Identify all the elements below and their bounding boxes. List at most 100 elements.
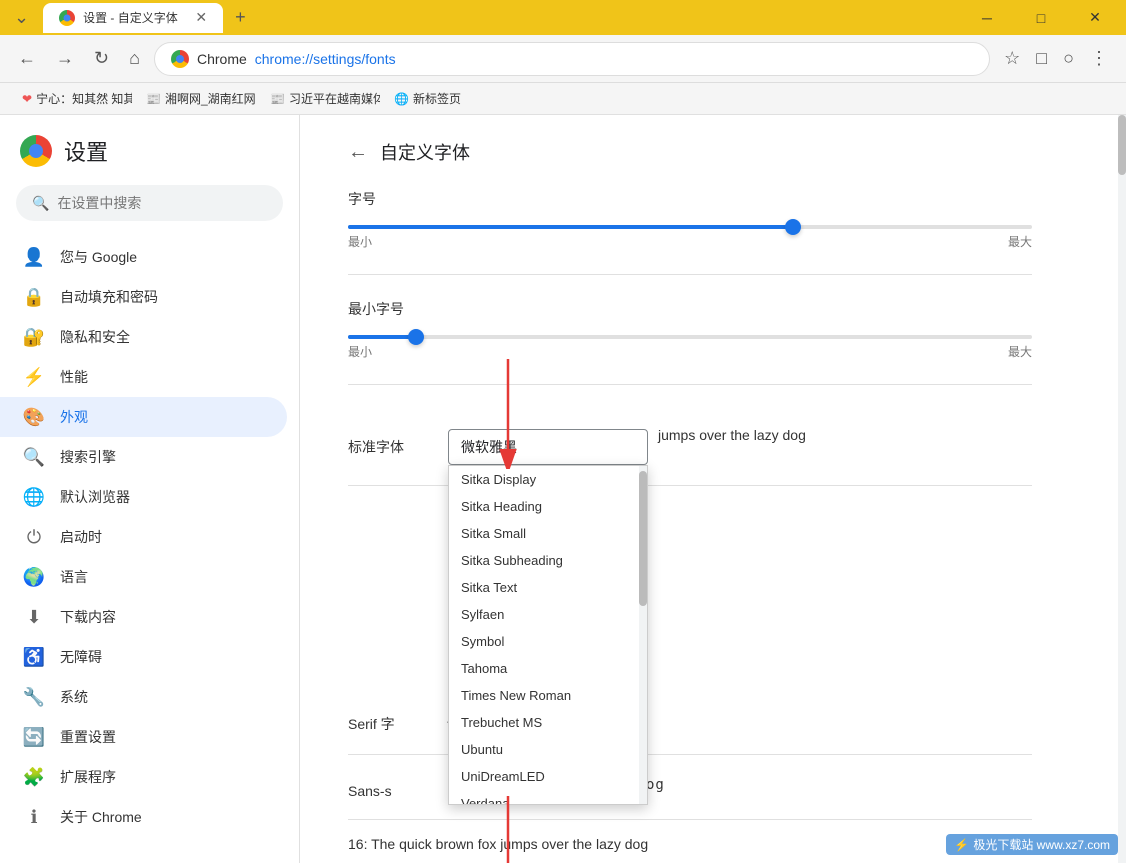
- bookmark-item-2[interactable]: 📰 湘啊网_湖南红网: [136, 87, 256, 110]
- nav-label-7: 启动时: [60, 527, 102, 547]
- nav-icon-9: ⬇: [24, 607, 44, 627]
- sidebar-item-0[interactable]: 👤 您与 Google: [0, 237, 287, 277]
- search-icon: 🔍: [32, 195, 49, 212]
- back-button[interactable]: ←: [12, 42, 42, 75]
- refresh-button[interactable]: ↻: [88, 42, 115, 75]
- watermark: ⚡ 极光下载站 www.xz7.com: [946, 834, 1118, 855]
- sidebar-item-7[interactable]: ⏻ 启动时: [0, 517, 287, 557]
- maximize-button[interactable]: □: [1018, 2, 1064, 34]
- sans-serif-label: Sans-s: [348, 775, 448, 799]
- sidebar-item-3[interactable]: ⚡ 性能: [0, 357, 287, 397]
- nav-label-4: 外观: [60, 407, 88, 427]
- nav-icon-8: 🌍: [24, 567, 44, 587]
- min-font-size-slider-track[interactable]: [348, 335, 1032, 339]
- font-size-slider-thumb[interactable]: [785, 219, 801, 235]
- nav-icon-5: 🔍: [24, 447, 44, 467]
- sidebar-item-11[interactable]: 🔧 系统: [0, 677, 287, 717]
- tab-close-button[interactable]: ✕: [195, 9, 207, 26]
- nav-icon-0: 👤: [24, 247, 44, 267]
- dropdown-scrollbar[interactable]: [639, 466, 647, 804]
- standard-font-content: 微软雅黑 Sitka DisplaySitka HeadingSitka Sma…: [448, 429, 1032, 465]
- dropdown-item-10[interactable]: Ubuntu: [449, 736, 639, 763]
- dropdown-item-11[interactable]: UniDreamLED: [449, 763, 639, 790]
- bookmark-label-1: 宁心：知其然 知其...: [36, 90, 132, 107]
- bookmark-favicon-3: 📰: [270, 92, 285, 106]
- extensions-button[interactable]: □: [1030, 42, 1053, 75]
- sidebar-item-5[interactable]: 🔍 搜索引擎: [0, 437, 287, 477]
- bookmark-favicon-2: 📰: [146, 92, 161, 106]
- nav-label-13: 扩展程序: [60, 767, 116, 787]
- titlebar: ⌄ 设置 - 自定义字体 ✕ + ─ □ ✕: [0, 0, 1126, 35]
- nav-icon-13: 🧩: [24, 767, 44, 787]
- dropdown-list[interactable]: Sitka DisplaySitka HeadingSitka SmallSit…: [449, 466, 639, 804]
- min-font-size-slider-thumb[interactable]: [408, 329, 424, 345]
- standard-font-select-wrapper: 微软雅黑 Sitka DisplaySitka HeadingSitka Sma…: [448, 429, 648, 465]
- scrollbar-thumb[interactable]: [1118, 115, 1126, 175]
- settings-search-bar[interactable]: 🔍 在设置中搜索: [16, 185, 283, 221]
- dropdown-item-2[interactable]: Sitka Small: [449, 520, 639, 547]
- bookmark-label-2: 湘啊网_湖南红网: [165, 90, 256, 107]
- dropdown-item-0[interactable]: Sitka Display: [449, 466, 639, 493]
- address-url: chrome://settings/fonts: [255, 51, 396, 67]
- address-bar[interactable]: Chrome chrome://settings/fonts: [154, 42, 990, 76]
- dropdown-item-1[interactable]: Sitka Heading: [449, 493, 639, 520]
- dropdown-item-8[interactable]: Times New Roman: [449, 682, 639, 709]
- navbar: ← → ↻ ⌂ Chrome chrome://settings/fonts ☆…: [0, 35, 1126, 83]
- sidebar-item-4[interactable]: 🎨 外观: [0, 397, 287, 437]
- page-title: 自定义字体: [380, 139, 470, 165]
- standard-font-preview: jumps over the lazy dog: [658, 425, 806, 446]
- menu-button[interactable]: ⋮: [1084, 42, 1114, 75]
- min-font-size-slider-fill: [348, 335, 416, 339]
- back-button-content[interactable]: ←: [348, 141, 368, 164]
- dropdown-item-3[interactable]: Sitka Subheading: [449, 547, 639, 574]
- tab-favicon: [59, 10, 75, 26]
- sidebar-item-10[interactable]: ♿ 无障碍: [0, 637, 287, 677]
- nav-label-12: 重置设置: [60, 727, 116, 747]
- dropdown-item-9[interactable]: Trebuchet MS: [449, 709, 639, 736]
- recent-tabs-button[interactable]: ⌄: [8, 3, 35, 32]
- settings-header: 设置: [0, 115, 299, 177]
- bookmark-item-1[interactable]: ❤ 宁心：知其然 知其...: [12, 87, 132, 110]
- bookmark-favicon-4: 🌐: [394, 92, 409, 106]
- bottom-preview: 16: The quick brown fox jumps over the l…: [348, 836, 1032, 852]
- sidebar-item-6[interactable]: 🌐 默认浏览器: [0, 477, 287, 517]
- dropdown-item-7[interactable]: Tahoma: [449, 655, 639, 682]
- sidebar-item-14[interactable]: ℹ 关于 Chrome: [0, 797, 287, 837]
- sidebar-item-2[interactable]: 🔐 隐私和安全: [0, 317, 287, 357]
- active-tab[interactable]: 设置 - 自定义字体 ✕: [43, 3, 223, 33]
- nav-icon-6: 🌐: [24, 487, 44, 507]
- sidebar-item-8[interactable]: 🌍 语言: [0, 557, 287, 597]
- bookmark-item-4[interactable]: 🌐 新标签页: [384, 87, 471, 110]
- standard-font-select[interactable]: 微软雅黑: [448, 429, 648, 465]
- bookmark-button[interactable]: ☆: [998, 42, 1026, 75]
- sidebar-item-12[interactable]: 🔄 重置设置: [0, 717, 287, 757]
- nav-label-8: 语言: [60, 567, 88, 587]
- dropdown-item-4[interactable]: Sitka Text: [449, 574, 639, 601]
- dropdown-item-6[interactable]: Symbol: [449, 628, 639, 655]
- main-layout: 设置 🔍 在设置中搜索 👤 您与 Google 🔒 自动填充和密码 🔐 隐私和安…: [0, 115, 1126, 863]
- font-size-slider-track[interactable]: [348, 225, 1032, 229]
- minimize-button[interactable]: ─: [964, 2, 1010, 34]
- dropdown-scrollbar-thumb: [639, 471, 647, 606]
- nav-label-14: 关于 Chrome: [60, 807, 142, 827]
- profile-button[interactable]: ○: [1057, 42, 1080, 75]
- sidebar-item-9[interactable]: ⬇ 下载内容: [0, 597, 287, 637]
- nav-label-9: 下载内容: [60, 607, 116, 627]
- bookmark-item-3[interactable]: 📰 习近平在越南媒体...: [260, 87, 380, 110]
- dropdown-item-12[interactable]: Verdana: [449, 790, 639, 804]
- dropdown-item-5[interactable]: Sylfaen: [449, 601, 639, 628]
- font-dropdown: Sitka DisplaySitka HeadingSitka SmallSit…: [448, 465, 648, 805]
- home-button[interactable]: ⌂: [123, 42, 146, 75]
- watermark-text: 极光下载站 www.xz7.com: [973, 836, 1110, 853]
- forward-button[interactable]: →: [50, 42, 80, 75]
- scrollbar-track[interactable]: [1118, 115, 1126, 863]
- min-font-size-slider-wrapper: 最小 最大: [348, 335, 1032, 360]
- close-button[interactable]: ✕: [1072, 2, 1118, 34]
- nav-label-10: 无障碍: [60, 647, 102, 667]
- nav-label-0: 您与 Google: [60, 247, 137, 267]
- nav-icon-14: ℹ: [24, 807, 44, 827]
- sidebar-item-13[interactable]: 🧩 扩展程序: [0, 757, 287, 797]
- new-tab-button[interactable]: +: [227, 3, 254, 32]
- page-header: ← 自定义字体: [348, 139, 1032, 165]
- sidebar-item-1[interactable]: 🔒 自动填充和密码: [0, 277, 287, 317]
